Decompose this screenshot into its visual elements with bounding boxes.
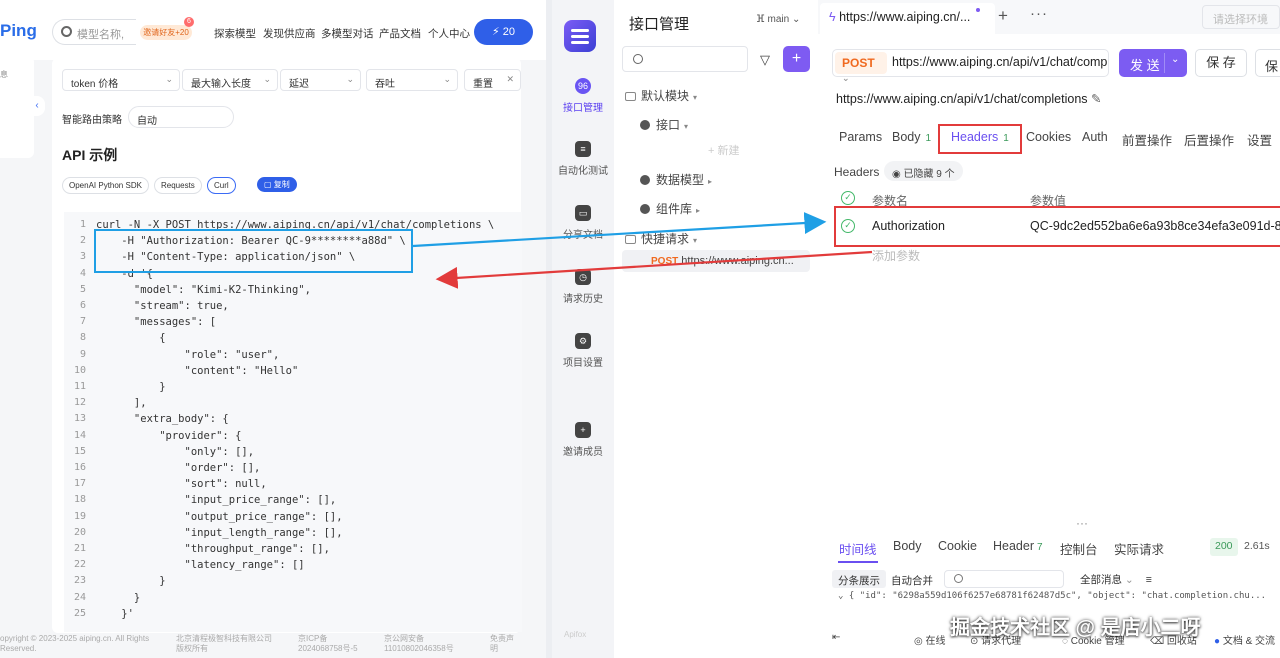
blue-arrow [412,212,827,248]
annotation-arrows [412,212,873,289]
watermark: 掘金技术社区 @ 是店小二呀 [950,617,1201,639]
red-arrow [435,250,873,289]
